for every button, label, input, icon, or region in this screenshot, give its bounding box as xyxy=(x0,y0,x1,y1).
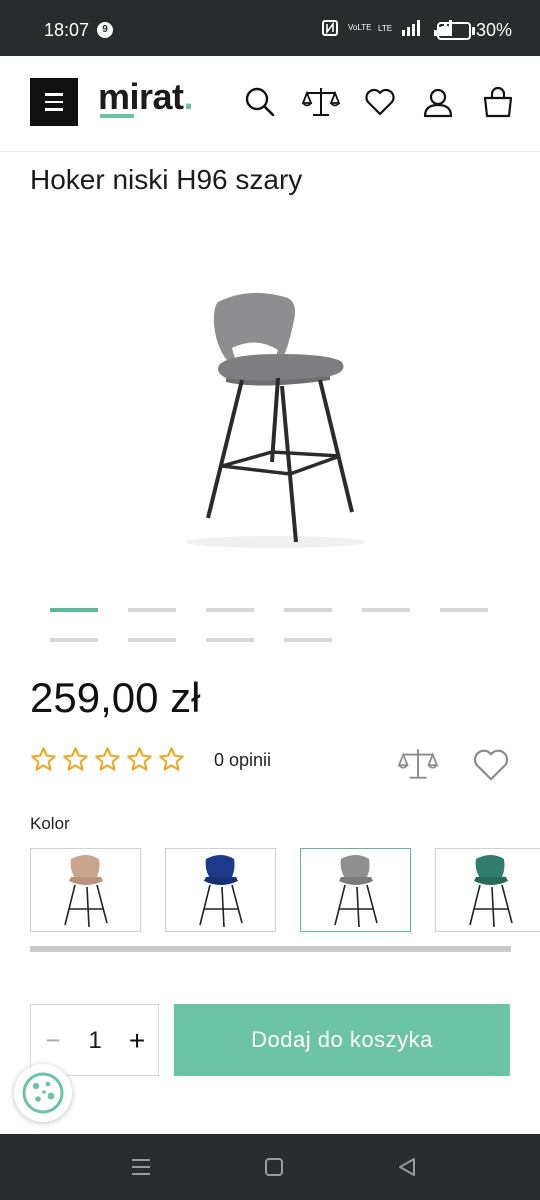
recent-apps-icon[interactable] xyxy=(128,1154,154,1180)
menu-button[interactable] xyxy=(30,78,78,126)
stool-thumbnail xyxy=(199,855,243,928)
wishlist-heart-icon[interactable] xyxy=(472,746,510,784)
logo-underline xyxy=(100,114,134,118)
color-swatch-green[interactable] xyxy=(435,848,540,932)
star-icon xyxy=(63,747,88,771)
gallery-dot[interactable] xyxy=(128,638,176,642)
logo-text: mirat xyxy=(98,76,184,117)
color-swatch-beige[interactable] xyxy=(30,848,141,932)
gallery-dot[interactable] xyxy=(206,638,254,642)
back-icon[interactable] xyxy=(394,1154,420,1180)
product-title: Hoker niski H96 szary xyxy=(30,164,303,195)
site-header: mirat. xyxy=(0,56,540,152)
stool-thumbnail xyxy=(469,855,513,928)
color-swatches xyxy=(30,848,540,932)
product-image[interactable] xyxy=(170,280,380,560)
system-nav-bar xyxy=(0,1134,540,1200)
search-icon[interactable] xyxy=(244,86,276,118)
product-price: 259,00 zł xyxy=(30,674,201,721)
star-icon xyxy=(127,747,152,771)
gallery-dot[interactable] xyxy=(362,608,410,612)
gallery-dot[interactable] xyxy=(128,608,176,612)
quantity-increase-button[interactable]: + xyxy=(125,1025,149,1057)
battery-icon xyxy=(437,22,471,40)
compare-icon[interactable] xyxy=(302,86,340,118)
quantity-decrease-button[interactable]: − xyxy=(43,1027,63,1053)
cookie-icon xyxy=(22,1072,64,1114)
user-icon[interactable] xyxy=(422,86,454,118)
heart-icon[interactable] xyxy=(364,86,396,118)
gallery-dot[interactable] xyxy=(284,638,332,642)
opinions-link[interactable]: 0 opinii xyxy=(214,750,271,771)
volte-label: VoLTE xyxy=(348,23,372,32)
bag-icon[interactable] xyxy=(482,86,514,118)
gallery-dot[interactable] xyxy=(284,608,332,612)
gallery-dot[interactable] xyxy=(440,608,488,612)
color-swatch-navy[interactable] xyxy=(165,848,276,932)
lte-label: LTE xyxy=(378,23,393,33)
status-bar: 18:07 9 VoLTE LTE 30% xyxy=(0,0,540,56)
rating-stars[interactable] xyxy=(30,746,185,773)
star-icon xyxy=(159,747,184,771)
star-icon xyxy=(31,747,56,771)
notification-badge: 9 xyxy=(97,22,113,38)
color-label: Kolor xyxy=(30,814,70,833)
compare-icon[interactable] xyxy=(398,746,438,782)
star-icon xyxy=(95,747,120,771)
add-to-cart-button[interactable]: Dodaj do koszyka xyxy=(174,1004,510,1076)
stool-thumbnail xyxy=(64,855,108,928)
status-time: 18:07 xyxy=(44,20,90,40)
battery-percent: 30% xyxy=(476,20,513,40)
quantity-value[interactable]: 1 xyxy=(85,1027,105,1055)
nfc-icon xyxy=(322,20,338,36)
logo-dot: . xyxy=(183,76,194,117)
gallery-dot[interactable] xyxy=(50,638,98,642)
gallery-dot[interactable] xyxy=(50,608,98,612)
swatch-scrollbar[interactable] xyxy=(30,946,511,952)
stool-thumbnail xyxy=(334,855,378,928)
home-icon[interactable] xyxy=(261,1154,287,1180)
signal-icon-1 xyxy=(402,20,421,36)
color-swatch-grey[interactable] xyxy=(300,848,411,932)
cookie-settings-button[interactable] xyxy=(14,1064,72,1122)
status-icons: VoLTE LTE xyxy=(322,20,456,36)
gallery-dot[interactable] xyxy=(206,608,254,612)
logo[interactable]: mirat. xyxy=(98,76,194,118)
